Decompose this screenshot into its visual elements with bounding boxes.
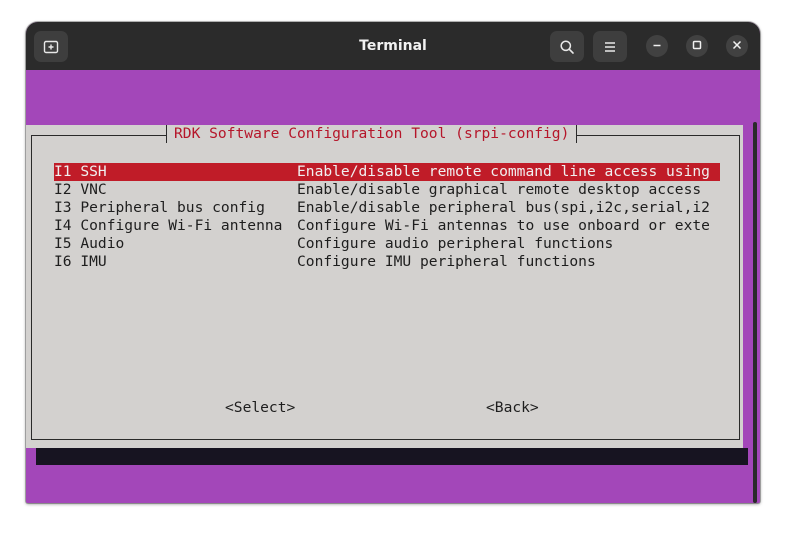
menu-item-key: I3 Peripheral bus config (54, 199, 265, 216)
main-menu-button[interactable] (593, 31, 627, 62)
minimize-icon (652, 37, 662, 55)
menu-item-description: Configure IMU peripheral functions (297, 253, 596, 270)
menu-list: I1 SSH Enable/disable remote command lin… (54, 163, 720, 271)
menu-item-imu[interactable]: I6 IMU Configure IMU peripheral function… (54, 253, 720, 271)
hamburger-menu-icon (602, 39, 618, 55)
back-button[interactable]: <Back> (486, 399, 539, 417)
menu-item-vnc[interactable]: I2 VNC Enable/disable graphical remote d… (54, 181, 720, 199)
menu-item-key: I2 VNC (54, 181, 107, 198)
menu-item-ssh[interactable]: I1 SSH Enable/disable remote command lin… (54, 163, 720, 181)
header-bar: Terminal (26, 22, 760, 70)
dialog-shadow (36, 448, 748, 465)
close-button[interactable] (726, 35, 748, 57)
maximize-icon (692, 37, 702, 55)
search-icon (559, 39, 575, 55)
menu-item-wifi-antenna[interactable]: I4 Configure Wi-Fi antenna Configure Wi-… (54, 217, 720, 235)
select-button[interactable]: <Select> (225, 399, 295, 417)
whiptail-dialog: RDK Software Configuration Tool (srpi-co… (26, 125, 743, 448)
close-icon (732, 37, 742, 55)
menu-item-description: Enable/disable graphical remote desktop … (297, 181, 702, 198)
new-tab-icon (43, 39, 59, 55)
menu-item-description: Configure audio peripheral functions (297, 235, 614, 252)
menu-item-description: Enable/disable peripheral bus(spi,i2c,se… (297, 199, 710, 216)
menu-item-audio[interactable]: I5 Audio Configure audio peripheral func… (54, 235, 720, 253)
menu-item-key: I4 Configure Wi-Fi antenna (54, 217, 283, 234)
menu-item-key: I6 IMU (54, 253, 107, 270)
dialog-title: RDK Software Configuration Tool (srpi-co… (166, 125, 578, 143)
menu-item-peripheral-bus[interactable]: I3 Peripheral bus config Enable/disable … (54, 199, 720, 217)
terminal-area[interactable]: RDK Software Configuration Tool (srpi-co… (26, 70, 760, 503)
search-button[interactable] (550, 31, 584, 62)
maximize-button[interactable] (686, 35, 708, 57)
scrollbar[interactable] (753, 122, 757, 503)
menu-item-key: I1 SSH (54, 163, 107, 180)
menu-item-description: Configure Wi-Fi antennas to use onboard … (297, 217, 710, 234)
new-tab-button[interactable] (34, 31, 68, 62)
menu-item-description: Enable/disable remote command line acces… (297, 163, 710, 180)
minimize-button[interactable] (646, 35, 668, 57)
menu-item-key: I5 Audio (54, 235, 125, 252)
terminal-window: Terminal RDK Software Configuration Tool… (26, 22, 760, 503)
